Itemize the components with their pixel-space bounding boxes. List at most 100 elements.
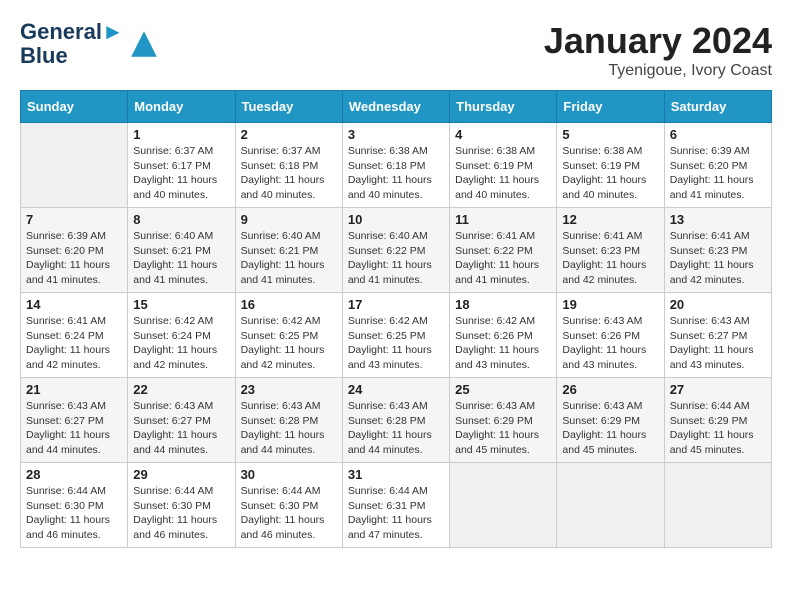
calendar-cell: 21 Sunrise: 6:43 AM Sunset: 6:27 PM Dayli… — [21, 378, 128, 463]
day-info: Sunrise: 6:41 AM Sunset: 6:22 PM Dayligh… — [455, 229, 551, 288]
calendar-cell: 7 Sunrise: 6:39 AM Sunset: 6:20 PM Daylig… — [21, 208, 128, 293]
title-block: January 2024 Tyenigoue, Ivory Coast — [544, 20, 772, 80]
day-header-thursday: Thursday — [450, 91, 557, 123]
day-number: 6 — [670, 127, 766, 142]
day-number: 23 — [241, 382, 337, 397]
day-info: Sunrise: 6:42 AM Sunset: 6:24 PM Dayligh… — [133, 314, 229, 373]
day-info: Sunrise: 6:39 AM Sunset: 6:20 PM Dayligh… — [26, 229, 122, 288]
calendar-cell — [21, 123, 128, 208]
day-number: 11 — [455, 212, 551, 227]
week-row-4: 21 Sunrise: 6:43 AM Sunset: 6:27 PM Dayli… — [21, 378, 772, 463]
calendar-cell: 20 Sunrise: 6:43 AM Sunset: 6:27 PM Dayli… — [664, 293, 771, 378]
day-number: 17 — [348, 297, 444, 312]
day-number: 29 — [133, 467, 229, 482]
day-info: Sunrise: 6:43 AM Sunset: 6:28 PM Dayligh… — [241, 399, 337, 458]
calendar-cell: 12 Sunrise: 6:41 AM Sunset: 6:23 PM Dayli… — [557, 208, 664, 293]
calendar-cell: 28 Sunrise: 6:44 AM Sunset: 6:30 PM Dayli… — [21, 463, 128, 548]
day-number: 21 — [26, 382, 122, 397]
day-number: 2 — [241, 127, 337, 142]
day-number: 4 — [455, 127, 551, 142]
day-number: 27 — [670, 382, 766, 397]
day-info: Sunrise: 6:37 AM Sunset: 6:17 PM Dayligh… — [133, 144, 229, 203]
day-number: 20 — [670, 297, 766, 312]
logo-icon — [128, 28, 160, 60]
calendar-cell — [664, 463, 771, 548]
day-number: 10 — [348, 212, 444, 227]
calendar-cell: 9 Sunrise: 6:40 AM Sunset: 6:21 PM Daylig… — [235, 208, 342, 293]
week-row-5: 28 Sunrise: 6:44 AM Sunset: 6:30 PM Dayli… — [21, 463, 772, 548]
day-info: Sunrise: 6:41 AM Sunset: 6:23 PM Dayligh… — [670, 229, 766, 288]
calendar-cell: 18 Sunrise: 6:42 AM Sunset: 6:26 PM Dayli… — [450, 293, 557, 378]
day-header-tuesday: Tuesday — [235, 91, 342, 123]
calendar-cell: 26Sunrise: 6:43 AM Sunset: 6:29 PM Dayli… — [557, 378, 664, 463]
day-number: 16 — [241, 297, 337, 312]
calendar-cell: 14 Sunrise: 6:41 AM Sunset: 6:24 PM Dayli… — [21, 293, 128, 378]
day-info: Sunrise: 6:42 AM Sunset: 6:25 PM Dayligh… — [241, 314, 337, 373]
calendar-cell: 4 Sunrise: 6:38 AM Sunset: 6:19 PM Daylig… — [450, 123, 557, 208]
day-number: 7 — [26, 212, 122, 227]
location-subtitle: Tyenigoue, Ivory Coast — [544, 62, 772, 80]
logo: General►Blue — [20, 20, 160, 68]
calendar-cell: 25Sunrise: 6:43 AM Sunset: 6:29 PM Dayli… — [450, 378, 557, 463]
day-info: Sunrise: 6:39 AM Sunset: 6:20 PM Dayligh… — [670, 144, 766, 203]
day-header-wednesday: Wednesday — [342, 91, 449, 123]
day-number: 28 — [26, 467, 122, 482]
calendar-cell: 13 Sunrise: 6:41 AM Sunset: 6:23 PM Dayli… — [664, 208, 771, 293]
calendar-cell: 2 Sunrise: 6:37 AM Sunset: 6:18 PM Daylig… — [235, 123, 342, 208]
calendar-cell: 24 Sunrise: 6:43 AM Sunset: 6:28 PM Dayli… — [342, 378, 449, 463]
day-info: Sunrise: 6:40 AM Sunset: 6:21 PM Dayligh… — [241, 229, 337, 288]
day-info: Sunrise: 6:41 AM Sunset: 6:24 PM Dayligh… — [26, 314, 122, 373]
day-number: 24 — [348, 382, 444, 397]
day-info: Sunrise: 6:37 AM Sunset: 6:18 PM Dayligh… — [241, 144, 337, 203]
calendar-table: SundayMondayTuesdayWednesdayThursdayFrid… — [20, 90, 772, 548]
day-number: 1 — [133, 127, 229, 142]
day-number: 30 — [241, 467, 337, 482]
calendar-cell: 15 Sunrise: 6:42 AM Sunset: 6:24 PM Dayli… — [128, 293, 235, 378]
day-info: Sunrise: 6:43 AM Sunset: 6:27 PM Dayligh… — [670, 314, 766, 373]
day-info: Sunrise: 6:43 AM Sunset: 6:27 PM Dayligh… — [26, 399, 122, 458]
day-number: 19 — [562, 297, 658, 312]
day-header-saturday: Saturday — [664, 91, 771, 123]
day-header-sunday: Sunday — [21, 91, 128, 123]
day-info: Sunrise: 6:43 AM Sunset: 6:29 PM Dayligh… — [562, 399, 658, 458]
day-info: Sunrise: 6:44 AM Sunset: 6:29 PM Dayligh… — [670, 399, 766, 458]
header-row: SundayMondayTuesdayWednesdayThursdayFrid… — [21, 91, 772, 123]
day-info: Sunrise: 6:44 AM Sunset: 6:30 PM Dayligh… — [26, 484, 122, 543]
day-number: 31 — [348, 467, 444, 482]
day-number: 9 — [241, 212, 337, 227]
day-number: 22 — [133, 382, 229, 397]
day-info: Sunrise: 6:40 AM Sunset: 6:21 PM Dayligh… — [133, 229, 229, 288]
day-number: 14 — [26, 297, 122, 312]
day-info: Sunrise: 6:41 AM Sunset: 6:23 PM Dayligh… — [562, 229, 658, 288]
day-header-friday: Friday — [557, 91, 664, 123]
calendar-cell: 8 Sunrise: 6:40 AM Sunset: 6:21 PM Daylig… — [128, 208, 235, 293]
calendar-cell: 27 Sunrise: 6:44 AM Sunset: 6:29 PM Dayli… — [664, 378, 771, 463]
calendar-cell: 30 Sunrise: 6:44 AM Sunset: 6:30 PM Dayli… — [235, 463, 342, 548]
calendar-cell: 22 Sunrise: 6:43 AM Sunset: 6:27 PM Dayli… — [128, 378, 235, 463]
day-header-monday: Monday — [128, 91, 235, 123]
day-number: 5 — [562, 127, 658, 142]
calendar-cell: 16 Sunrise: 6:42 AM Sunset: 6:25 PM Dayli… — [235, 293, 342, 378]
calendar-cell: 19Sunrise: 6:43 AM Sunset: 6:26 PM Dayli… — [557, 293, 664, 378]
day-info: Sunrise: 6:43 AM Sunset: 6:27 PM Dayligh… — [133, 399, 229, 458]
calendar-cell: 10Sunrise: 6:40 AM Sunset: 6:22 PM Dayli… — [342, 208, 449, 293]
calendar-cell: 3Sunrise: 6:38 AM Sunset: 6:18 PM Daylig… — [342, 123, 449, 208]
calendar-cell: 29Sunrise: 6:44 AM Sunset: 6:30 PM Dayli… — [128, 463, 235, 548]
day-info: Sunrise: 6:42 AM Sunset: 6:25 PM Dayligh… — [348, 314, 444, 373]
calendar-cell — [557, 463, 664, 548]
day-number: 12 — [562, 212, 658, 227]
day-number: 18 — [455, 297, 551, 312]
day-number: 15 — [133, 297, 229, 312]
day-info: Sunrise: 6:38 AM Sunset: 6:19 PM Dayligh… — [455, 144, 551, 203]
calendar-cell: 1 Sunrise: 6:37 AM Sunset: 6:17 PM Daylig… — [128, 123, 235, 208]
day-info: Sunrise: 6:43 AM Sunset: 6:29 PM Dayligh… — [455, 399, 551, 458]
day-info: Sunrise: 6:43 AM Sunset: 6:28 PM Dayligh… — [348, 399, 444, 458]
week-row-1: 1 Sunrise: 6:37 AM Sunset: 6:17 PM Daylig… — [21, 123, 772, 208]
day-number: 13 — [670, 212, 766, 227]
day-number: 8 — [133, 212, 229, 227]
calendar-cell: 6 Sunrise: 6:39 AM Sunset: 6:20 PM Daylig… — [664, 123, 771, 208]
logo-text: General►Blue — [20, 20, 124, 68]
day-info: Sunrise: 6:44 AM Sunset: 6:30 PM Dayligh… — [241, 484, 337, 543]
calendar-cell: 5Sunrise: 6:38 AM Sunset: 6:19 PM Daylig… — [557, 123, 664, 208]
day-info: Sunrise: 6:42 AM Sunset: 6:26 PM Dayligh… — [455, 314, 551, 373]
